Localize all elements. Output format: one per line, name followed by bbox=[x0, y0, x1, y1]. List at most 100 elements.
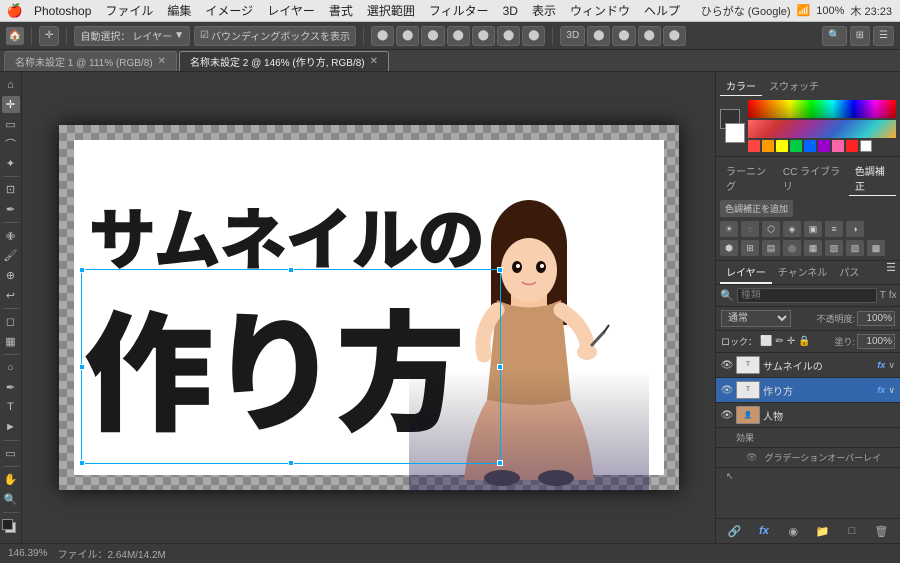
layer-item-subtitle[interactable]: 👁 T サムネイルの fx ∨ bbox=[716, 353, 900, 378]
adj-color-lookup[interactable]: ▤ bbox=[762, 240, 780, 256]
move-tool-option[interactable]: ✛ bbox=[39, 26, 59, 46]
layer-chevron-title[interactable]: ∨ bbox=[888, 385, 895, 396]
history-brush-tool[interactable]: ↩ bbox=[2, 286, 20, 304]
menu-file[interactable]: ファイル bbox=[99, 0, 159, 21]
adj-colorbalance[interactable]: ≡ bbox=[825, 221, 843, 237]
align-top[interactable]: ⬤ bbox=[472, 26, 495, 46]
align-left[interactable]: ⬤ bbox=[371, 26, 394, 46]
adj-selective-color[interactable]: ▩ bbox=[867, 240, 885, 256]
clone-tool[interactable]: ⊕ bbox=[2, 267, 20, 285]
menu-help[interactable]: ヘルプ bbox=[638, 0, 686, 21]
delete-layer-btn[interactable]: 🗑 bbox=[872, 523, 890, 539]
menu-3d[interactable]: 3D bbox=[497, 2, 524, 20]
align-middle[interactable]: ⬤ bbox=[497, 26, 520, 46]
swatch-red[interactable] bbox=[748, 140, 760, 152]
menu-filter[interactable]: フィルター bbox=[423, 0, 495, 21]
tab-color[interactable]: カラー bbox=[720, 76, 762, 96]
tab-cc-libraries[interactable]: CC ライブラリ bbox=[777, 161, 848, 196]
3d-rotate[interactable]: 3D bbox=[560, 26, 585, 46]
layer-chevron-subtitle[interactable]: ∨ bbox=[888, 360, 895, 371]
adj-vibrance[interactable]: ◈ bbox=[783, 221, 801, 237]
layer-item-title[interactable]: 👁 T 作り方 fx ∨ bbox=[716, 378, 900, 403]
shape-tool[interactable]: ▭ bbox=[2, 445, 20, 463]
pen-tool[interactable]: ✒ bbox=[2, 379, 20, 397]
input-method-indicator[interactable]: ひらがな (Google) bbox=[701, 3, 791, 19]
add-style-btn[interactable]: fx bbox=[755, 523, 773, 539]
swatch-blue[interactable] bbox=[804, 140, 816, 152]
opacity-input[interactable] bbox=[857, 311, 895, 326]
layers-search-input[interactable] bbox=[737, 288, 877, 303]
lock-all-icon[interactable]: 🔒 bbox=[798, 336, 810, 347]
adj-posterize[interactable]: ▦ bbox=[804, 240, 822, 256]
swatch-white[interactable] bbox=[860, 140, 872, 152]
tab-learning[interactable]: ラーニング bbox=[720, 161, 776, 196]
eraser-tool[interactable]: ◻ bbox=[2, 313, 20, 331]
foreground-bg-colors[interactable] bbox=[2, 519, 20, 537]
adj-curves[interactable]: ◌ bbox=[741, 221, 759, 237]
color-spectrum-1[interactable] bbox=[748, 100, 896, 118]
link-layers-btn[interactable]: 🔗 bbox=[726, 523, 744, 539]
menu-view[interactable]: 表示 bbox=[526, 0, 562, 21]
hand-tool[interactable]: ✋ bbox=[2, 471, 20, 489]
tab-1-close[interactable]: ✕ bbox=[158, 56, 166, 67]
swatch-yellow[interactable] bbox=[776, 140, 788, 152]
menu-type[interactable]: 書式 bbox=[323, 0, 359, 21]
adj-invert[interactable]: ◎ bbox=[783, 240, 801, 256]
heal-tool[interactable]: ✙ bbox=[2, 227, 20, 245]
brush-tool[interactable]: 🖌 bbox=[2, 247, 20, 265]
layer-gradient-overlay[interactable]: 👁 グラデーションオーバーレイ bbox=[716, 448, 900, 468]
menu-select[interactable]: 選択範囲 bbox=[361, 0, 421, 21]
distribute[interactable]: ⬤ bbox=[447, 26, 470, 46]
canvas-area[interactable]: サムネイルの 作り方 bbox=[22, 72, 715, 543]
adj-photo-filter[interactable]: ⬢ bbox=[720, 240, 738, 256]
lasso-tool[interactable]: ⌒ bbox=[2, 135, 20, 153]
new-group-btn[interactable]: 📁 bbox=[814, 523, 832, 539]
tab-paths[interactable]: パス bbox=[833, 261, 865, 284]
layers-menu-btn[interactable]: ☰ bbox=[886, 261, 896, 284]
selection-tool[interactable]: ▭ bbox=[2, 115, 20, 133]
swatch-green[interactable] bbox=[790, 140, 802, 152]
tab-swatches[interactable]: スウォッチ bbox=[763, 76, 825, 96]
adj-exposure[interactable]: ⬡ bbox=[762, 221, 780, 237]
add-mask-btn[interactable]: ◉ bbox=[784, 523, 802, 539]
arrange-btn[interactable]: ⊞ bbox=[850, 26, 870, 46]
path-tool[interactable]: ► bbox=[2, 418, 20, 436]
3d-btn-5[interactable]: ⬤ bbox=[663, 26, 686, 46]
blend-mode-select[interactable]: 通常 bbox=[721, 310, 791, 327]
effect-visible-icon[interactable]: 👁 bbox=[746, 452, 757, 463]
align-center[interactable]: ⬤ bbox=[396, 26, 419, 46]
lock-transparent-icon[interactable]: ⬜ bbox=[760, 336, 772, 347]
fill-input[interactable] bbox=[857, 334, 895, 349]
workspace-btn[interactable]: ☰ bbox=[873, 26, 894, 46]
tab-1[interactable]: 名称未設定 1 @ 111% (RGB/8) ✕ bbox=[4, 51, 177, 71]
adj-threshold[interactable]: ▧ bbox=[825, 240, 843, 256]
layer-vis-subtitle[interactable]: 👁 bbox=[721, 359, 733, 371]
menu-image[interactable]: イメージ bbox=[199, 0, 259, 21]
adj-channel-mixer[interactable]: ⊞ bbox=[741, 240, 759, 256]
move-tool[interactable]: ✛ bbox=[2, 96, 20, 114]
filter-icon-fx[interactable]: fx bbox=[889, 290, 897, 301]
zoom-tool[interactable]: 🔍 bbox=[2, 491, 20, 509]
crop-tool[interactable]: ⊡ bbox=[2, 181, 20, 199]
magic-wand-tool[interactable]: ✦ bbox=[2, 155, 20, 173]
apple-menu[interactable]: 🍎 bbox=[8, 4, 22, 18]
lock-pixels-icon[interactable]: ✏ bbox=[775, 336, 783, 347]
filter-icon-T[interactable]: T bbox=[880, 290, 886, 301]
menu-window[interactable]: ウィンドウ bbox=[564, 0, 636, 21]
layer-fx-title[interactable]: fx bbox=[877, 385, 885, 395]
tab-2-close[interactable]: ✕ bbox=[370, 56, 378, 67]
lock-position-icon[interactable]: ✛ bbox=[787, 336, 795, 347]
menu-layer[interactable]: レイヤー bbox=[261, 0, 321, 21]
swatch-red2[interactable] bbox=[846, 140, 858, 152]
bounding-box-checkbox[interactable]: ☑ バウンディングボックスを表示 bbox=[194, 26, 356, 46]
background-color[interactable] bbox=[725, 123, 745, 143]
adj-bw[interactable]: ◑ bbox=[846, 221, 864, 237]
tab-channels[interactable]: チャンネル bbox=[772, 261, 834, 284]
new-layer-btn[interactable]: □ bbox=[843, 523, 861, 539]
swatch-pink[interactable] bbox=[832, 140, 844, 152]
layer-fx-subtitle[interactable]: fx bbox=[877, 360, 885, 370]
menu-edit[interactable]: 編集 bbox=[161, 0, 197, 21]
adj-brightness[interactable]: ☀ bbox=[720, 221, 738, 237]
color-spectrum-2[interactable] bbox=[748, 120, 896, 138]
menu-photoshop[interactable]: Photoshop bbox=[28, 2, 97, 20]
